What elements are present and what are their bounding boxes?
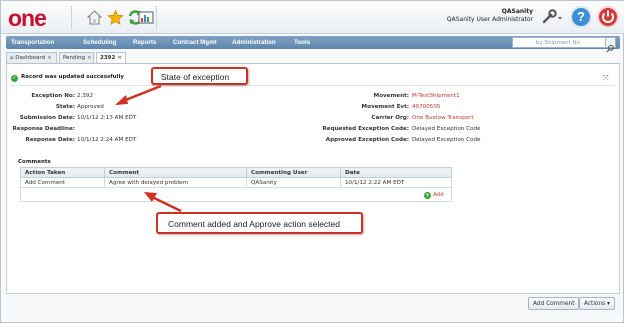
app-window: one QASanity QASanity User Administrator…: [0, 0, 624, 323]
callout-arrowhead: [144, 192, 157, 202]
callout-arrow: [122, 84, 162, 103]
callout-arrowhead: [115, 95, 128, 105]
add-comment-button[interactable]: Add Comment: [528, 297, 580, 310]
callout-arrow: [151, 195, 182, 213]
callout-arrows: [115, 84, 182, 213]
actions-menu-button[interactable]: Actions ▾: [579, 297, 615, 310]
